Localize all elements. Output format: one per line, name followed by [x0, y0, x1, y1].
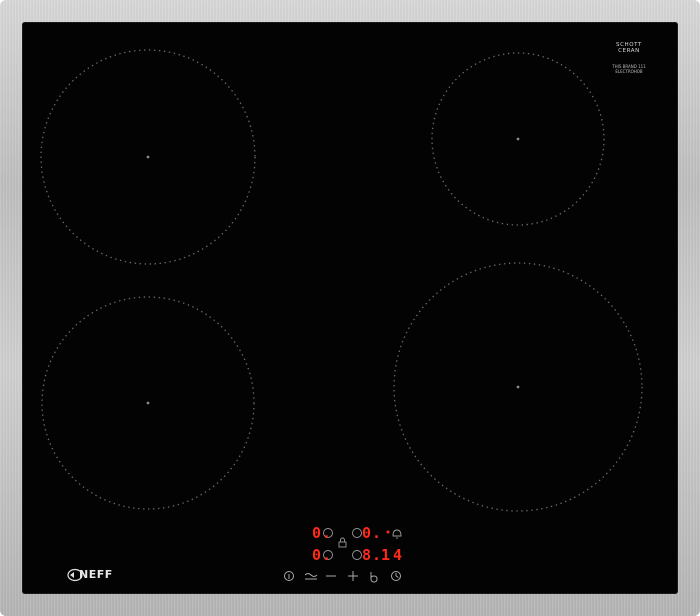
schott-ceran-sublabel: THIS BRAND 111 ELECTROHOB: [612, 64, 646, 74]
lock-icon[interactable]: [338, 537, 347, 548]
wipe-protection-icon[interactable]: [304, 573, 318, 577]
zone-bottom-right-level-display: 8.: [362, 546, 383, 564]
zone-top-left-center-mark: [146, 155, 150, 159]
zone-top-left-level-display: 0.: [312, 524, 333, 542]
zone-select-bottom-right-button[interactable]: [352, 550, 362, 560]
zone-top-right-center-mark: [516, 137, 520, 141]
zone-top-right-level-display: 0.: [362, 524, 383, 542]
power-icon[interactable]: [370, 572, 378, 583]
cooking-zones: [40, 49, 643, 583]
schott-ceran-label: SCHOTT CERAN: [615, 42, 643, 54]
alarm-indicator-dot: [386, 530, 390, 534]
zone-bottom-right-center-mark: [516, 385, 520, 389]
brand-name: NEFF: [79, 568, 113, 581]
zone-bottom-left-center-mark: [146, 401, 150, 405]
zone-bottom-left-level-display: 0.: [312, 546, 333, 564]
timer-icon[interactable]: [391, 571, 401, 581]
cooktop: SCHOTT CERAN THIS BRAND 111 ELECTROHOB N…: [0, 0, 700, 616]
zone-select-top-right-button[interactable]: [352, 528, 362, 538]
alarm-bell-icon[interactable]: [392, 529, 402, 539]
timer-display: 14: [381, 546, 406, 564]
plus-icon[interactable]: [348, 571, 358, 581]
